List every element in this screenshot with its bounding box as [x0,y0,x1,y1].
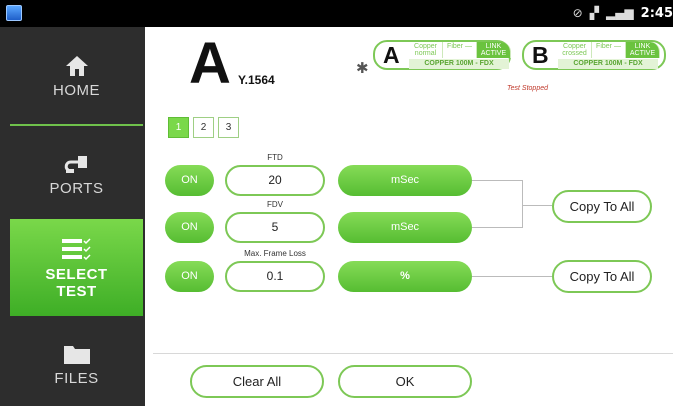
test-name: Y.1564 [238,73,275,87]
clock: 2:45 [640,5,673,21]
link-cell: Fiber — [592,42,626,58]
fdv-label: FDV [267,200,283,209]
port-letter: A [189,31,231,96]
link-letter: A [383,42,400,68]
link-cell: Copper normal [409,42,443,58]
copy-to-all-button-2[interactable]: Copy To All [552,260,652,293]
max-frame-loss-value-field[interactable]: 0.1 [225,261,325,292]
sidebar-item-label2: TEST [56,282,97,300]
sidebar-item-label: FILES [54,370,99,387]
link-cell: Fiber — [443,42,477,58]
link-letter: B [532,42,549,68]
main-panel: A Y.1564 ✱ A Copper normal Fiber — LINK … [145,27,673,406]
link-cell: Copper crossed [558,42,592,58]
link-status-b: B Copper crossed Fiber — LINK ACTIVE COP… [522,40,666,70]
connector-line [472,180,522,181]
checklist-icon [61,237,91,260]
tab-2[interactable]: 2 [193,117,214,138]
link-status-text: COPPER 100M - FDX [409,59,509,69]
connector-line [472,276,552,277]
connector-line [522,180,523,228]
home-icon [65,55,88,76]
sidebar-item-label: SELECT [45,265,108,283]
tab-1[interactable]: 1 [168,117,189,138]
link-cell-active: LINK ACTIVE [477,42,511,58]
phone-icon: ▞ [589,6,599,20]
link-status-text: COPPER 100M - FDX [558,59,658,69]
max-frame-loss-unit-button[interactable]: % [338,261,472,292]
status-bar: ⊘ ▞ ▂▄▆ 2:45 [0,0,673,27]
tab-3[interactable]: 3 [218,117,239,138]
clear-all-button[interactable]: Clear All [190,365,324,398]
ok-button[interactable]: OK [338,365,472,398]
link-status-a: A Copper normal Fiber — LINK ACTIVE COPP… [373,40,511,70]
sidebar-item-label: PORTS [49,179,104,197]
max-frame-loss-label: Max. Frame Loss [244,249,306,258]
sidebar: HOME PORTS SELECT TEST FILES [0,27,145,406]
bluetooth-icon: ✱ [356,60,369,77]
ftd-label: FTD [267,153,283,162]
ftd-unit-button[interactable]: mSec [338,165,472,196]
ports-icon [64,155,87,173]
sidebar-item-home[interactable]: HOME [10,27,143,125]
sidebar-item-label: HOME [53,81,100,99]
fdv-toggle[interactable]: ON [165,212,214,243]
copy-to-all-button-1[interactable]: Copy To All [552,190,652,223]
gps-icon: ⊘ [572,6,583,20]
signal-icon: ▂▄▆ [605,6,634,20]
test-status: Test Stopped [507,85,548,92]
app-icon [6,5,22,21]
connector-line [522,205,552,206]
connector-line [472,227,522,228]
folder-icon [63,346,90,364]
status-icons: ⊘ ▞ ▂▄▆ 2:45 [573,4,673,22]
divider [10,124,143,126]
page-tabs: 1 2 3 [168,117,239,138]
divider [153,353,673,354]
max-frame-loss-toggle[interactable]: ON [165,261,214,292]
sidebar-item-ports[interactable]: PORTS [10,127,143,221]
sidebar-item-select-test[interactable]: SELECT TEST [10,219,143,316]
fdv-value-field[interactable]: 5 [225,212,325,243]
link-cell-active: LINK ACTIVE [626,42,660,58]
ftd-toggle[interactable]: ON [165,165,214,196]
sidebar-item-files[interactable]: FILES [10,323,143,406]
fdv-unit-button[interactable]: mSec [338,212,472,243]
ftd-value-field[interactable]: 20 [225,165,325,196]
